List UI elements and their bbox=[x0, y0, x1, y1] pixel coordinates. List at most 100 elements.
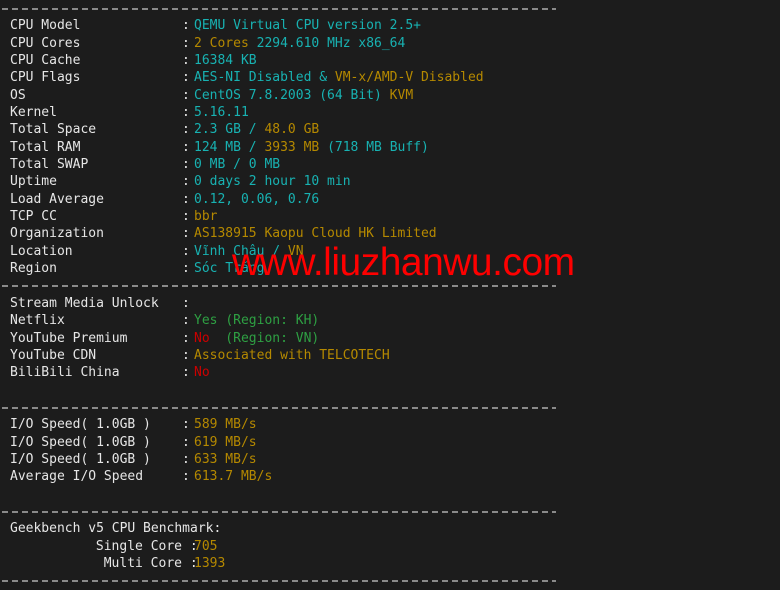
region-netflix: (Region: KH) bbox=[225, 313, 320, 329]
value-total-swap-used: 0 MB / bbox=[194, 157, 241, 173]
label-tcp-cc: TCP CC bbox=[10, 209, 57, 225]
row-geekbench-single-core: Single Core :705 bbox=[0, 538, 780, 555]
row-cpu-cache: CPU Cache:16384 KB bbox=[0, 52, 780, 69]
colon: : bbox=[182, 35, 190, 51]
colon: : bbox=[182, 313, 190, 329]
row-total-space: Total Space:2.3 GB / 48.0 GB bbox=[0, 121, 780, 138]
value-location-city: Vĩnh Châu / bbox=[194, 243, 281, 259]
colon: : bbox=[182, 261, 190, 277]
label-io-speed-1: I/O Speed( 1.0GB ) bbox=[10, 417, 151, 433]
colon: : bbox=[182, 105, 190, 121]
colon: : bbox=[182, 87, 190, 103]
io-speed-block: I/O Speed( 1.0GB ):589 MB/s I/O Speed( 1… bbox=[0, 416, 780, 485]
label-kernel: Kernel bbox=[10, 105, 57, 121]
label-os: OS bbox=[10, 87, 26, 103]
value-total-ram-total: 3933 MB bbox=[264, 139, 320, 155]
colon: : bbox=[182, 365, 190, 381]
terminal-output: CPU Model: QEMU Virtual CPU version 2.5+ … bbox=[0, 0, 780, 583]
colon: : bbox=[182, 157, 190, 173]
row-os: OS: CentOS 7.8.2003 (64 Bit) KVM bbox=[0, 87, 780, 104]
value-cpu-flags-vmx: VM-x/AMD-V Disabled bbox=[334, 70, 484, 86]
row-uptime: Uptime:0 days 2 hour 10 min bbox=[0, 173, 780, 190]
row-cpu-model: CPU Model: QEMU Virtual CPU version 2.5+ bbox=[0, 17, 780, 34]
value-region: Sóc Trăng bbox=[194, 261, 265, 277]
value-io-speed-1: 589 MB/s bbox=[194, 417, 257, 433]
value-cpu-cores-freq: 2294.610 MHz x86_64 bbox=[256, 35, 406, 51]
colon: : bbox=[182, 469, 190, 485]
value-load-average: 0.12, 0.06, 0.76 bbox=[194, 191, 320, 207]
stream-unlock-block: Stream Media Unlock: Netflix: Yes (Region… bbox=[0, 295, 780, 382]
value-single-core: 705 bbox=[194, 538, 218, 554]
label-cpu-cores: CPU Cores bbox=[10, 35, 81, 51]
value-io-speed-average: 613.7 MB/s bbox=[194, 469, 273, 485]
label-uptime: Uptime bbox=[10, 174, 57, 190]
row-io-speed-average: Average I/O Speed:613.7 MB/s bbox=[0, 468, 780, 485]
row-location: Location: Vĩnh Châu / VN bbox=[0, 243, 780, 260]
value-total-ram-used: 124 MB / bbox=[194, 139, 257, 155]
colon: : bbox=[182, 174, 190, 190]
label-io-speed-3: I/O Speed( 1.0GB ) bbox=[10, 451, 151, 467]
label-organization: Organization bbox=[10, 226, 104, 242]
separator-top bbox=[0, 0, 780, 17]
status-youtube-premium: No bbox=[194, 330, 210, 346]
row-geekbench-title: Geekbench v5 CPU Benchmark: bbox=[0, 520, 780, 537]
label-io-speed-2: I/O Speed( 1.0GB ) bbox=[10, 434, 151, 450]
label-stream-media-unlock: Stream Media Unlock bbox=[10, 295, 159, 311]
label-netflix: Netflix bbox=[10, 313, 65, 329]
row-netflix: Netflix: Yes (Region: KH) bbox=[0, 312, 780, 329]
value-cpu-flags-aes: AES-NI Disabled & bbox=[194, 70, 328, 86]
label-cpu-model: CPU Model bbox=[10, 18, 81, 34]
colon: : bbox=[182, 70, 190, 86]
colon: : bbox=[182, 191, 190, 207]
value-os-name: CentOS 7.8.2003 (64 Bit) bbox=[194, 87, 382, 103]
row-cpu-cores: CPU Cores:2 Cores 2294.610 MHz x86_64 bbox=[0, 35, 780, 52]
colon: : bbox=[182, 295, 190, 311]
value-tcp-cc: bbr bbox=[194, 209, 218, 225]
row-io-speed-1: I/O Speed( 1.0GB ):589 MB/s bbox=[0, 416, 780, 433]
label-location: Location bbox=[10, 243, 73, 259]
row-tcp-cc: TCP CC: bbr bbox=[0, 208, 780, 225]
row-youtube-cdn: YouTube CDN: Associated with TELCOTECH bbox=[0, 347, 780, 364]
row-youtube-premium: YouTube Premium: No (Region: VN) bbox=[0, 330, 780, 347]
value-io-speed-3: 633 MB/s bbox=[194, 451, 257, 467]
value-io-speed-2: 619 MB/s bbox=[194, 434, 257, 450]
value-uptime: 0 days 2 hour 10 min bbox=[194, 174, 351, 190]
label-cpu-cache: CPU Cache bbox=[10, 53, 81, 69]
value-cpu-cache: 16384 KB bbox=[194, 53, 257, 69]
value-organization: AS138915 Kaopu Cloud HK Limited bbox=[194, 226, 437, 242]
colon: : bbox=[189, 538, 198, 554]
row-load-average: Load Average:0.12, 0.06, 0.76 bbox=[0, 191, 780, 208]
value-multi-core: 1393 bbox=[194, 556, 226, 571]
colon: : bbox=[189, 556, 198, 571]
colon: : bbox=[182, 330, 190, 346]
spacer-after-io bbox=[0, 486, 780, 503]
colon: : bbox=[182, 18, 190, 34]
row-io-speed-2: I/O Speed( 1.0GB ):619 MB/s bbox=[0, 434, 780, 451]
label-total-swap: Total SWAP bbox=[10, 157, 89, 173]
separator-geekbench bbox=[0, 503, 780, 520]
colon: : bbox=[182, 347, 190, 363]
row-io-speed-3: I/O Speed( 1.0GB ):633 MB/s bbox=[0, 451, 780, 468]
region-youtube-premium: (Region: VN) bbox=[217, 330, 320, 346]
value-total-swap-total: 0 MB bbox=[248, 157, 281, 173]
value-cpu-model: QEMU Virtual CPU version 2.5+ bbox=[194, 18, 421, 34]
colon: : bbox=[182, 122, 190, 138]
label-bilibili-china: BiliBili China bbox=[10, 365, 120, 381]
value-kernel: 5.16.11 bbox=[194, 105, 249, 121]
row-total-swap: Total SWAP:0 MB / 0 MB bbox=[0, 156, 780, 173]
label-single-core: Single Core bbox=[95, 538, 182, 554]
label-geekbench-title: Geekbench v5 CPU Benchmark: bbox=[10, 521, 222, 537]
label-total-ram: Total RAM bbox=[10, 139, 81, 155]
label-total-space: Total Space bbox=[10, 122, 97, 138]
spacer-after-stream bbox=[0, 382, 780, 399]
label-load-average: Load Average bbox=[10, 191, 104, 207]
row-stream-header: Stream Media Unlock: bbox=[0, 295, 780, 312]
separator-bottom bbox=[0, 572, 780, 589]
colon: : bbox=[182, 53, 190, 69]
geekbench-block: Geekbench v5 CPU Benchmark: Single Core … bbox=[0, 520, 780, 572]
row-total-ram: Total RAM:124 MB / 3933 MB (718 MB Buff) bbox=[0, 139, 780, 156]
row-region: Region: Sóc Trăng bbox=[0, 260, 780, 277]
row-bilibili-china: BiliBili China: No bbox=[0, 364, 780, 381]
separator-io bbox=[0, 399, 780, 416]
label-region: Region bbox=[10, 261, 57, 277]
